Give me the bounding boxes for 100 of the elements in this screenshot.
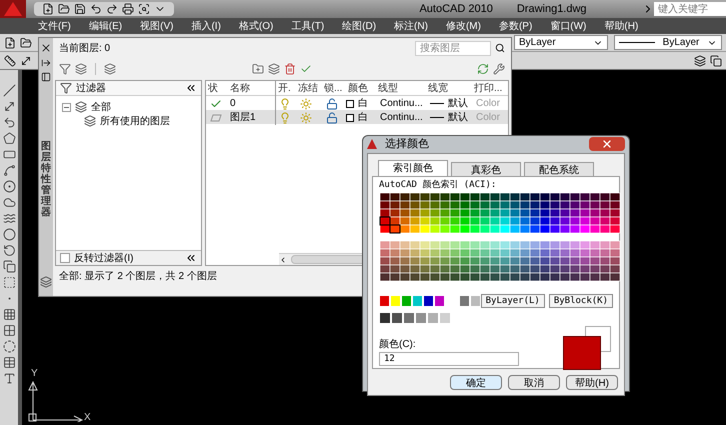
column-header[interactable]: 开. — [276, 81, 296, 96]
auto-hide-icon[interactable] — [41, 58, 51, 68]
color-swatch[interactable] — [470, 295, 481, 307]
current-layer-label: 当前图层: 0 — [59, 42, 112, 56]
line-icon[interactable] — [2, 84, 16, 97]
tree-toggle-icon[interactable] — [62, 102, 71, 112]
rectangle-icon[interactable] — [2, 148, 16, 161]
layer-linetype[interactable]: Continu... — [376, 96, 426, 111]
standard-color-swatch[interactable] — [390, 295, 401, 307]
layer-states-icon[interactable] — [75, 63, 87, 75]
menu-item[interactable]: 标注(N) — [394, 18, 428, 34]
layer-filter-icon[interactable] — [104, 63, 116, 75]
search-icon[interactable] — [495, 43, 505, 53]
column-header[interactable]: 锁... — [322, 81, 346, 96]
property-dropdown[interactable]: ByLayer — [614, 35, 722, 50]
aci-color-grid[interactable] — [379, 192, 621, 282]
layer-linetype[interactable]: Continu... — [376, 110, 426, 125]
unlock-icon[interactable] — [326, 98, 338, 110]
new-file-icon[interactable] — [42, 3, 54, 15]
menu-item[interactable]: 文件(F) — [38, 18, 71, 34]
undo-icon[interactable] — [90, 3, 102, 15]
close-button[interactable] — [589, 137, 625, 152]
polygon-icon[interactable] — [2, 132, 16, 145]
menu-item[interactable]: 格式(O) — [238, 18, 274, 34]
column-header[interactable]: 名称 — [228, 81, 276, 96]
dialog-button[interactable]: 取消 — [508, 374, 560, 390]
column-header[interactable]: 冻结 — [296, 81, 322, 96]
text-icon[interactable] — [2, 372, 16, 385]
standard-color-swatch[interactable] — [434, 295, 445, 307]
invert-filter-checkbox[interactable] — [60, 253, 70, 263]
standard-color-swatch[interactable] — [422, 295, 434, 307]
color-swatch[interactable] — [439, 312, 451, 324]
new-file-icon[interactable] — [4, 36, 16, 48]
layers-icon[interactable] — [694, 54, 706, 66]
color-swatch[interactable] — [427, 312, 439, 324]
copy-icon[interactable] — [710, 54, 722, 66]
color-swatch[interactable] — [391, 312, 403, 324]
bylayer-button[interactable]: ByLayer(L) — [480, 294, 545, 308]
open-folder-icon[interactable] — [58, 3, 70, 15]
property-dropdown[interactable]: ByLayer — [514, 35, 608, 50]
tab[interactable]: 真彩色 — [451, 162, 521, 176]
unlock-icon[interactable] — [326, 112, 338, 124]
menu-item[interactable]: 插入(I) — [191, 18, 221, 34]
color-swatch[interactable] — [415, 312, 427, 324]
new-filter-icon[interactable] — [59, 63, 71, 75]
arc-icon[interactable] — [2, 164, 16, 177]
dialog-button[interactable]: 确定 — [450, 374, 502, 390]
column-header[interactable]: 线型 — [376, 81, 426, 96]
dialog-button[interactable]: 帮助(H) — [566, 374, 618, 390]
menu-item[interactable]: 视图(V) — [140, 18, 174, 34]
hatch-icon[interactable] — [2, 308, 16, 321]
standard-color-swatch[interactable] — [412, 295, 423, 307]
search-field[interactable]: 键入关键字 — [654, 2, 726, 16]
linetype-line-icon — [619, 42, 655, 43]
menu-item[interactable]: 参数(P) — [498, 18, 532, 34]
menu-item[interactable]: 工具(T) — [291, 18, 324, 34]
settings-icon[interactable] — [493, 63, 505, 75]
scroll-left-icon[interactable] — [279, 256, 287, 264]
table-icon[interactable] — [2, 356, 16, 369]
refresh-icon[interactable] — [477, 63, 489, 75]
redo-icon[interactable] — [106, 3, 118, 15]
standard-color-swatch[interactable] — [400, 295, 412, 307]
open-folder-icon[interactable] — [20, 36, 32, 48]
standard-color-swatch[interactable] — [379, 295, 390, 307]
column-header[interactable]: 线宽 — [426, 81, 472, 96]
new-layer-icon[interactable] — [252, 63, 264, 75]
print-icon[interactable] — [122, 3, 134, 15]
preview-icon[interactable] — [138, 3, 150, 15]
column-header[interactable]: 打印... — [472, 81, 508, 96]
layer-color[interactable]: 白 — [346, 110, 376, 125]
layer-color[interactable]: 白 — [346, 96, 376, 111]
layer-lineweight[interactable]: 默认 — [426, 96, 472, 111]
menu-item[interactable]: 绘图(D) — [342, 18, 376, 34]
delete-layer-icon[interactable] — [284, 63, 296, 75]
menu-item[interactable]: 窗口(W) — [550, 18, 586, 34]
set-current-icon[interactable] — [300, 63, 312, 75]
layer-row[interactable]: 图层1 白 Continu... 默认 Color — [206, 110, 508, 124]
filter-tree-item[interactable]: 全部 — [91, 100, 111, 114]
circle-icon[interactable] — [2, 180, 16, 193]
menu-item[interactable]: 帮助(H) — [604, 18, 638, 34]
color-input[interactable]: 12 — [379, 352, 519, 366]
color-swatch[interactable] — [403, 312, 415, 324]
collapse-icon[interactable] — [185, 252, 197, 264]
cloud-icon[interactable] — [2, 196, 16, 209]
collapse-icon[interactable] — [185, 82, 197, 94]
save-icon[interactable] — [74, 3, 86, 15]
close-icon[interactable] — [40, 42, 52, 54]
column-header[interactable]: 状 — [206, 81, 228, 96]
tab[interactable]: 配色系统 — [524, 162, 594, 176]
bulb-on-icon[interactable] — [279, 98, 291, 110]
layer-search-field[interactable]: 搜索图层 — [415, 40, 491, 56]
filter-tree-item[interactable]: 所有使用的图层 — [100, 114, 170, 128]
layer-lineweight[interactable]: 默认 — [426, 110, 472, 125]
menu-item[interactable]: 编辑(E) — [88, 18, 122, 34]
byblock-button[interactable]: ByBlock(K) — [548, 294, 614, 308]
menu-item[interactable]: 修改(M) — [446, 18, 481, 34]
color-swatch[interactable] — [458, 295, 470, 307]
column-header[interactable]: 颜色 — [346, 81, 376, 96]
tab[interactable]: 索引颜色 — [378, 160, 448, 176]
color-swatch[interactable] — [379, 312, 391, 324]
